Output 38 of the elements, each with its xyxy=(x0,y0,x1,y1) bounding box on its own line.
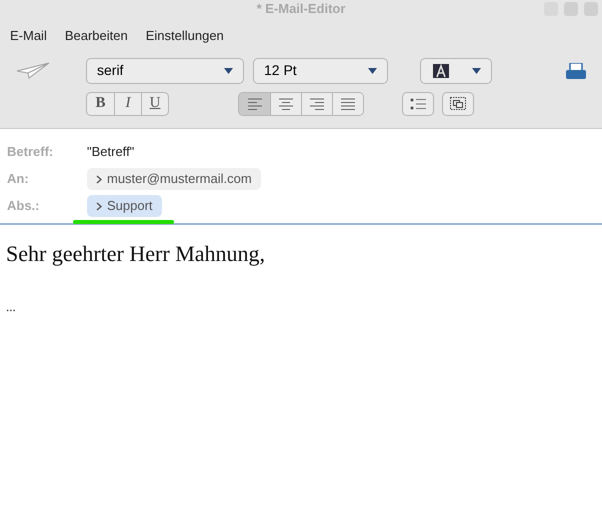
caret-icon xyxy=(224,68,233,74)
field-label: Betreff: xyxy=(7,143,54,162)
text-color-icon xyxy=(433,64,449,78)
bullet-list-button[interactable] xyxy=(402,92,434,116)
align-left-icon xyxy=(248,98,262,110)
menu-item[interactable]: Bearbeiten xyxy=(64,26,128,46)
align-right-icon xyxy=(310,98,324,110)
caret-icon xyxy=(472,68,481,74)
caret-icon xyxy=(368,68,377,74)
bullet-list-icon xyxy=(410,98,426,110)
chevron-icon xyxy=(96,174,102,184)
subject-value[interactable]: "Betreff" xyxy=(87,142,134,162)
color-dropdown[interactable] xyxy=(420,58,492,84)
align-left-button[interactable] xyxy=(239,92,270,114)
size-value: 12 Pt xyxy=(264,61,297,80)
body-text: Sehr geehrter Herr Mahnung, xyxy=(6,241,266,267)
font-dropdown[interactable]: serif xyxy=(86,58,244,84)
paper-plane-icon[interactable] xyxy=(16,62,50,80)
address-chip[interactable]: muster@mustermail.com xyxy=(87,168,261,190)
font-value: serif xyxy=(97,61,124,80)
align-justify-icon xyxy=(341,98,355,110)
printer-icon[interactable] xyxy=(566,62,586,78)
menu-item[interactable]: E-Mail xyxy=(10,26,47,46)
underline-button[interactable]: U xyxy=(141,92,168,114)
align-center-icon xyxy=(279,98,293,110)
field-label: An: xyxy=(7,170,30,188)
italic-button[interactable]: I xyxy=(114,92,141,114)
field-label: Abs.: xyxy=(7,197,40,216)
align-justify-button[interactable] xyxy=(332,92,363,114)
window-title: * E-Mail-Editor xyxy=(256,0,346,18)
menu-item[interactable]: Einstellungen xyxy=(146,26,224,46)
bold-button[interactable]: B xyxy=(87,92,114,114)
chevron-icon xyxy=(96,202,102,210)
address-chip[interactable]: Support xyxy=(87,195,162,217)
frame-icon xyxy=(450,97,466,110)
body-text: ... xyxy=(6,298,17,316)
frame-button[interactable] xyxy=(442,92,474,116)
size-dropdown[interactable]: 12 Pt xyxy=(253,58,388,84)
